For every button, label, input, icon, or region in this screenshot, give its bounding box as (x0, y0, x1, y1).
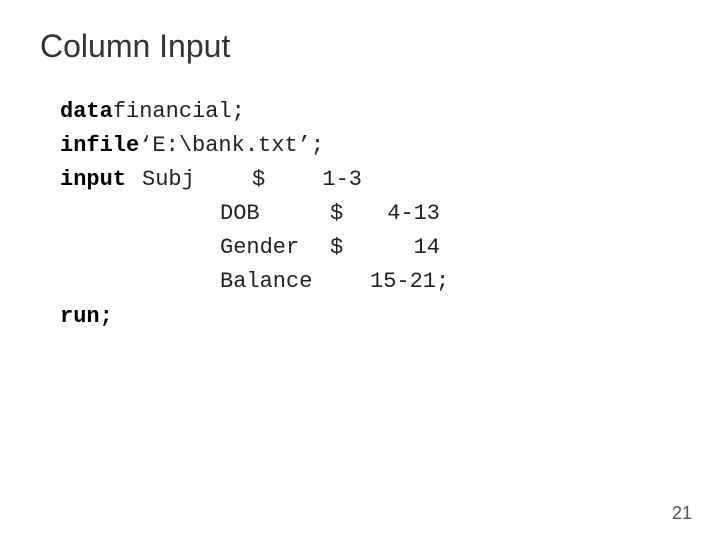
range-subj: 1-3 (292, 163, 362, 197)
dollar-dob: $ (330, 197, 360, 231)
code-line-4: DOB $ 4-13 (60, 197, 720, 231)
code-line-5: Gender $ 14 (60, 231, 720, 265)
dollar-subj: $ (252, 163, 282, 197)
field-dob: DOB (220, 197, 330, 231)
code-line-2: infile ‘E:\bank.txt’; (60, 129, 720, 163)
field-gender: Gender (220, 231, 330, 265)
field-subj: Subj (142, 163, 252, 197)
page-number: 21 (672, 503, 692, 524)
code-line-2-rest: ‘E:\bank.txt’; (139, 129, 324, 163)
code-line-1-rest: financial; (113, 95, 245, 129)
range-balance: 15-21; (370, 265, 449, 299)
dollar-gender: $ (330, 231, 360, 265)
range-gender: 14 (370, 231, 440, 265)
code-line-6: Balance 15-21; (60, 265, 720, 299)
code-block: data financial; infile ‘E:\bank.txt’; in… (0, 95, 720, 334)
range-dob: 4-13 (370, 197, 440, 231)
code-line-7: run; (60, 300, 720, 334)
keyword-run: run; (60, 300, 113, 334)
code-line-3: input Subj $ 1-3 (60, 163, 720, 197)
page-title: Column Input (0, 0, 720, 65)
code-line-1: data financial; (60, 95, 720, 129)
keyword-infile: infile (60, 129, 139, 163)
field-balance: Balance (220, 265, 330, 299)
keyword-input: input (60, 163, 126, 197)
keyword-data: data (60, 95, 113, 129)
